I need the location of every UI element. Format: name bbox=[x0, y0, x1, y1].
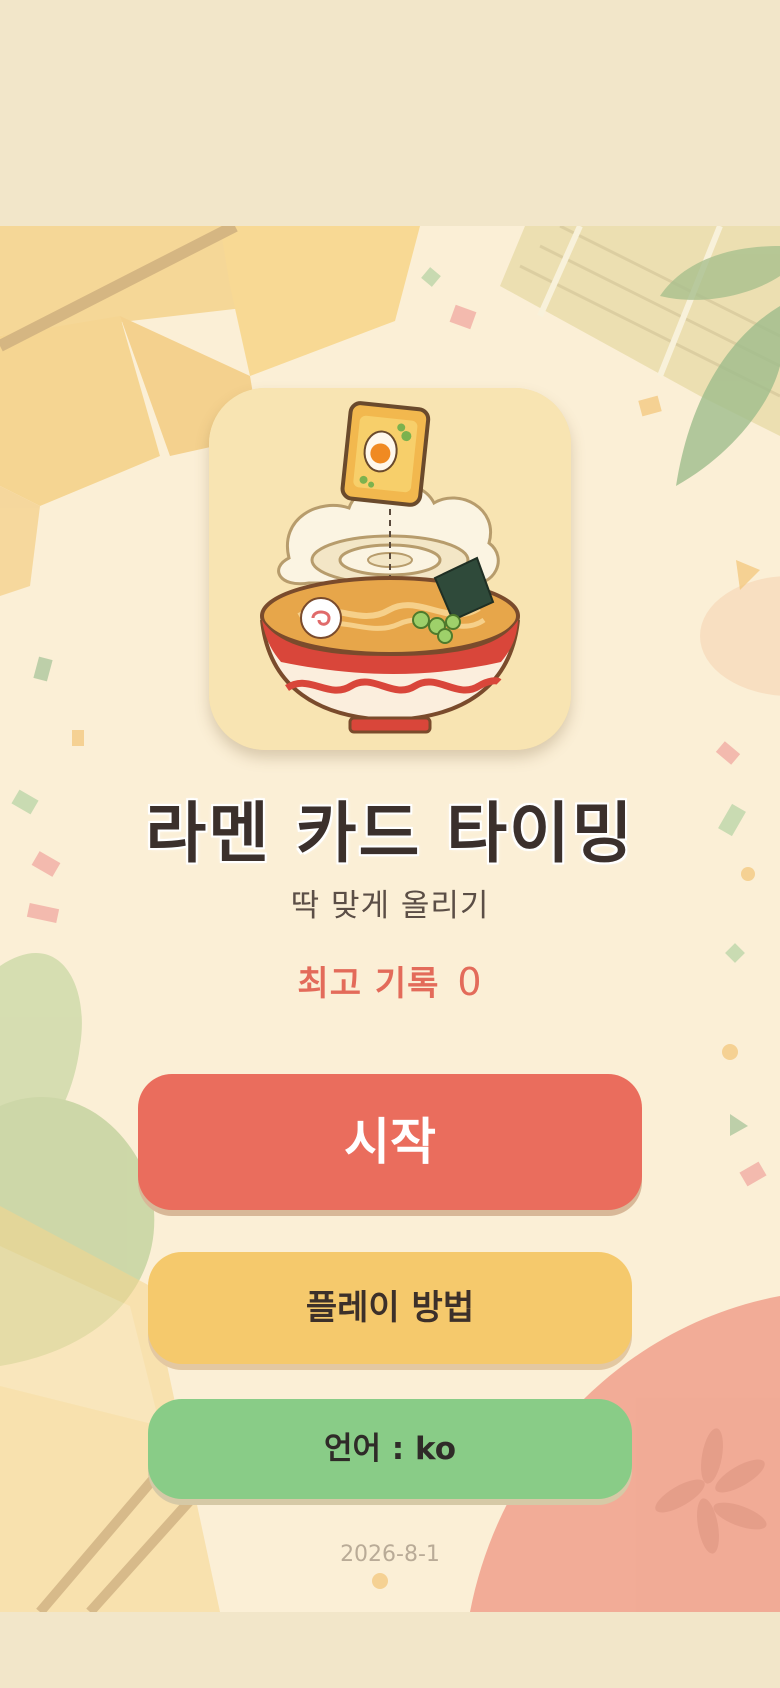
ramen-bowl-card-icon bbox=[209, 388, 571, 750]
game-logo bbox=[209, 388, 571, 750]
best-score: 최고 기록 0 bbox=[0, 956, 780, 1005]
language-button[interactable]: 언어 : ko bbox=[148, 1399, 632, 1499]
title-screen: 라멘 카드 타이밍 딱 맞게 올리기 최고 기록 0 시작 플레이 방법 언어 :… bbox=[0, 226, 780, 1612]
game-title: 라멘 카드 타이밍 bbox=[145, 795, 635, 872]
bottom-letterbox bbox=[0, 1612, 780, 1688]
game-subtitle: 딱 맞게 올리기 bbox=[290, 888, 490, 924]
how-to-play-button[interactable]: 플레이 방법 bbox=[148, 1252, 632, 1364]
best-score-value: 0 bbox=[457, 960, 483, 1004]
top-letterbox bbox=[0, 0, 780, 226]
version-date: 2026-8-1 bbox=[340, 1542, 440, 1567]
best-score-label: 최고 기록 bbox=[297, 964, 440, 1004]
start-button[interactable]: 시작 bbox=[138, 1074, 642, 1210]
